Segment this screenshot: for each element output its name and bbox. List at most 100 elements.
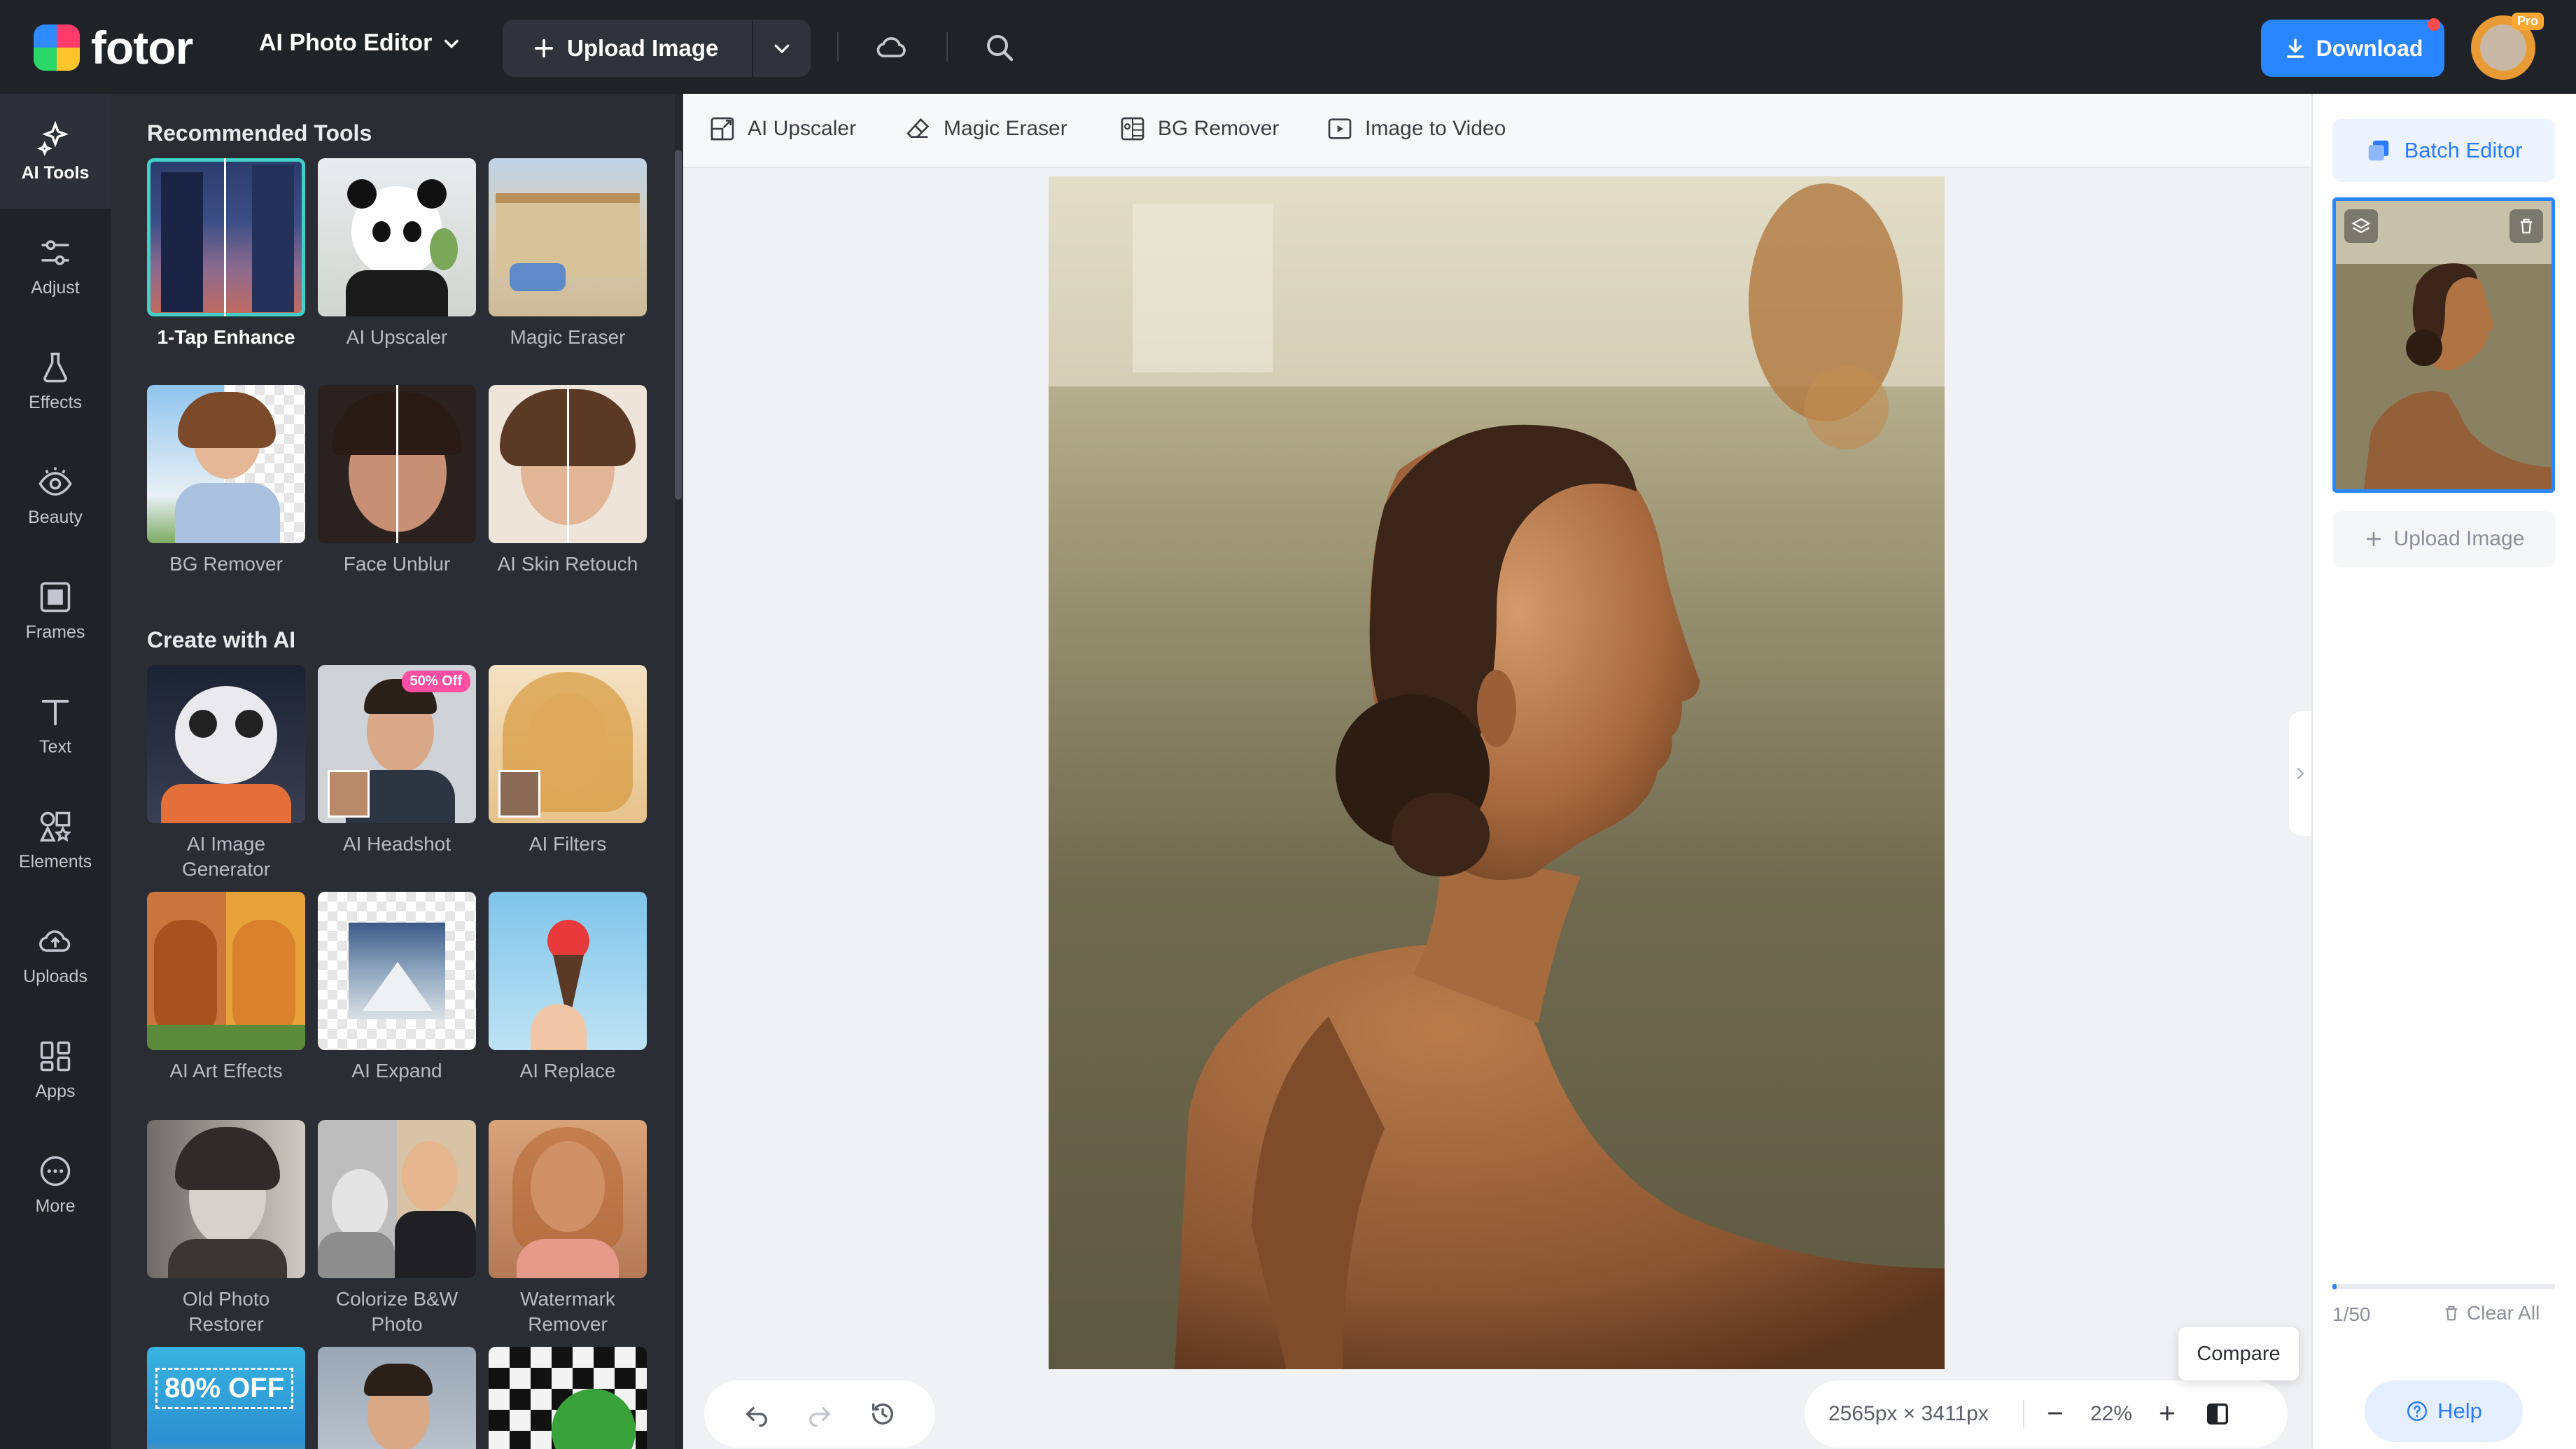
sparkle-icon	[37, 120, 69, 156]
tool-1-tap-enhance[interactable]: 1-Tap Enhance	[147, 158, 305, 350]
tool-label: AI Art Effects	[169, 1060, 283, 1082]
upload-image-main[interactable]: Upload Image	[503, 20, 753, 77]
tool-ai-replace[interactable]: AI Replace	[489, 892, 647, 1084]
chevron-down-icon	[774, 44, 790, 54]
zoom-out-button[interactable]	[2037, 1396, 2073, 1432]
upload-image-button[interactable]: Upload Image	[503, 20, 811, 77]
layer-preview-image	[2336, 201, 2552, 489]
undo-icon[interactable]	[743, 1400, 771, 1428]
nav-adjust[interactable]: Adjust	[0, 209, 111, 323]
layers-panel: Batch Editor Upload Image 1/50 Clear All…	[2311, 94, 2576, 1449]
zoom-level[interactable]: 22%	[2073, 1402, 2149, 1426]
toolbar-magic-eraser[interactable]: Magic Eraser	[904, 115, 1068, 143]
zoom-controls: 2565px × 3411px 22%	[1805, 1380, 2288, 1448]
nav-beauty[interactable]: Beauty	[0, 438, 111, 553]
panel-scrollbar[interactable]	[675, 94, 682, 1449]
toolbar-ai-upscaler[interactable]: AI Upscaler	[708, 115, 856, 143]
batch-editor-button[interactable]: Batch Editor	[2332, 119, 2555, 182]
tool-thumbnail	[489, 1347, 647, 1449]
clear-all-label: Clear All	[2467, 1302, 2540, 1324]
nav-uploads[interactable]: Uploads	[0, 897, 111, 1012]
nav-ai-tools[interactable]: AI Tools	[0, 94, 111, 209]
tool-thumbnail	[318, 158, 476, 316]
nav-label: AI Tools	[21, 162, 90, 183]
tool-ai-expand[interactable]: AI Expand	[318, 892, 476, 1084]
cloud-icon[interactable]	[875, 31, 909, 64]
upload-options-dropdown[interactable]	[753, 38, 811, 59]
tool-label: 1-Tap Enhance	[157, 326, 295, 348]
tool-watermark-remover[interactable]: Watermark Remover	[489, 1120, 647, 1337]
nav-label: Uploads	[23, 966, 88, 986]
right-upload-image-button[interactable]: Upload Image	[2332, 511, 2555, 567]
tool-magic-eraser[interactable]: Magic Eraser	[489, 158, 647, 350]
expand-right-panel-handle[interactable]	[2289, 711, 2311, 836]
tool-ai-filters[interactable]: AI Filters	[489, 665, 647, 857]
redo-icon[interactable]	[806, 1400, 834, 1428]
toolbar-image-to-video[interactable]: Image to Video	[1326, 115, 1506, 143]
compare-icon[interactable]	[2204, 1400, 2232, 1428]
apps-icon	[40, 1041, 71, 1071]
editor-mode-label: AI Photo Editor	[259, 29, 433, 56]
bg-remove-icon	[1121, 117, 1144, 141]
nav-apps[interactable]: Apps	[0, 1012, 111, 1127]
tool-portrait-city[interactable]	[318, 1347, 476, 1449]
layers-icon[interactable]	[2344, 209, 2378, 243]
tool-thumbnail	[318, 1120, 476, 1278]
tool-ai-headshot[interactable]: 50% Off AI Headshot	[318, 665, 476, 857]
minus-icon	[2047, 1412, 2063, 1415]
logo-mark-icon	[34, 24, 80, 71]
tool-colorize-bw-photo[interactable]: Colorize B&W Photo	[318, 1120, 476, 1337]
tool-racing[interactable]	[489, 1347, 647, 1449]
tool-thumbnail	[318, 385, 476, 543]
panel-scrollbar-thumb[interactable]	[675, 150, 682, 500]
toolbar-bg-remover[interactable]: BG Remover	[1119, 115, 1279, 143]
tool-ai-image-generator[interactable]: AI Image Generator	[147, 665, 305, 882]
nav-text[interactable]: Text	[0, 668, 111, 783]
tool-thumbnail: 80% OFF	[147, 1347, 305, 1449]
delete-icon[interactable]	[2510, 209, 2543, 243]
frame-icon	[40, 582, 71, 612]
eraser-icon	[906, 118, 930, 138]
zoom-in-button[interactable]	[2149, 1396, 2185, 1432]
right-upload-label: Upload Image	[2393, 527, 2525, 550]
tool-thumbnail: 50% Off	[318, 665, 476, 823]
download-icon	[2286, 38, 2304, 58]
quick-tools-toolbar: AI Upscaler Magic Eraser BG Remover Imag…	[683, 94, 2311, 168]
tool-thumbnail	[489, 158, 647, 316]
notification-dot	[2428, 18, 2440, 31]
tool-ai-art-effects[interactable]: AI Art Effects	[147, 892, 305, 1084]
create-with-ai-title: Create with AI	[147, 627, 296, 652]
photo-canvas[interactable]	[1049, 176, 1945, 1369]
nav-more[interactable]: More	[0, 1127, 111, 1242]
toolbar-label: Image to Video	[1365, 117, 1506, 140]
nav-frames[interactable]: Frames	[0, 553, 111, 668]
tool-ai-upscaler[interactable]: AI Upscaler	[318, 158, 476, 350]
help-button[interactable]: Help	[2365, 1380, 2523, 1442]
download-label: Download	[2316, 35, 2423, 61]
help-label: Help	[2437, 1399, 2482, 1423]
tool-label: AI Expand	[351, 1060, 442, 1082]
clear-all-button[interactable]: Clear All	[2442, 1302, 2540, 1324]
tool-promo[interactable]: 80% OFF	[147, 1347, 305, 1449]
image-layer-thumbnail[interactable]	[2332, 197, 2555, 493]
nav-effects[interactable]: Effects	[0, 323, 111, 438]
nav-elements[interactable]: Elements	[0, 783, 111, 897]
tool-thumbnail	[489, 385, 647, 543]
tool-ai-skin-retouch[interactable]: AI Skin Retouch	[489, 385, 647, 577]
tool-old-photo-restorer[interactable]: Old Photo Restorer	[147, 1120, 305, 1337]
tool-thumbnail	[147, 1120, 305, 1278]
download-button[interactable]: Download	[2261, 20, 2444, 77]
tool-bg-remover[interactable]: BG Remover	[147, 385, 305, 577]
editor-mode-menu[interactable]: AI Photo Editor	[259, 29, 461, 57]
nav-label: Beauty	[28, 507, 83, 527]
left-nav: AI Tools Adjust Effects Beauty Frames Te…	[0, 94, 111, 1449]
fotor-logo[interactable]: fotor	[34, 22, 193, 74]
tool-thumbnail	[489, 892, 647, 1050]
tool-label: Face Unblur	[343, 553, 451, 575]
history-icon[interactable]	[869, 1400, 897, 1428]
top-bar: fotor AI Photo Editor Upload Image Downl…	[0, 0, 2576, 94]
search-icon[interactable]	[983, 31, 1016, 64]
tool-thumbnail	[489, 1120, 647, 1278]
logo-text: fotor	[91, 22, 193, 74]
tool-face-unblur[interactable]: Face Unblur	[318, 385, 476, 577]
